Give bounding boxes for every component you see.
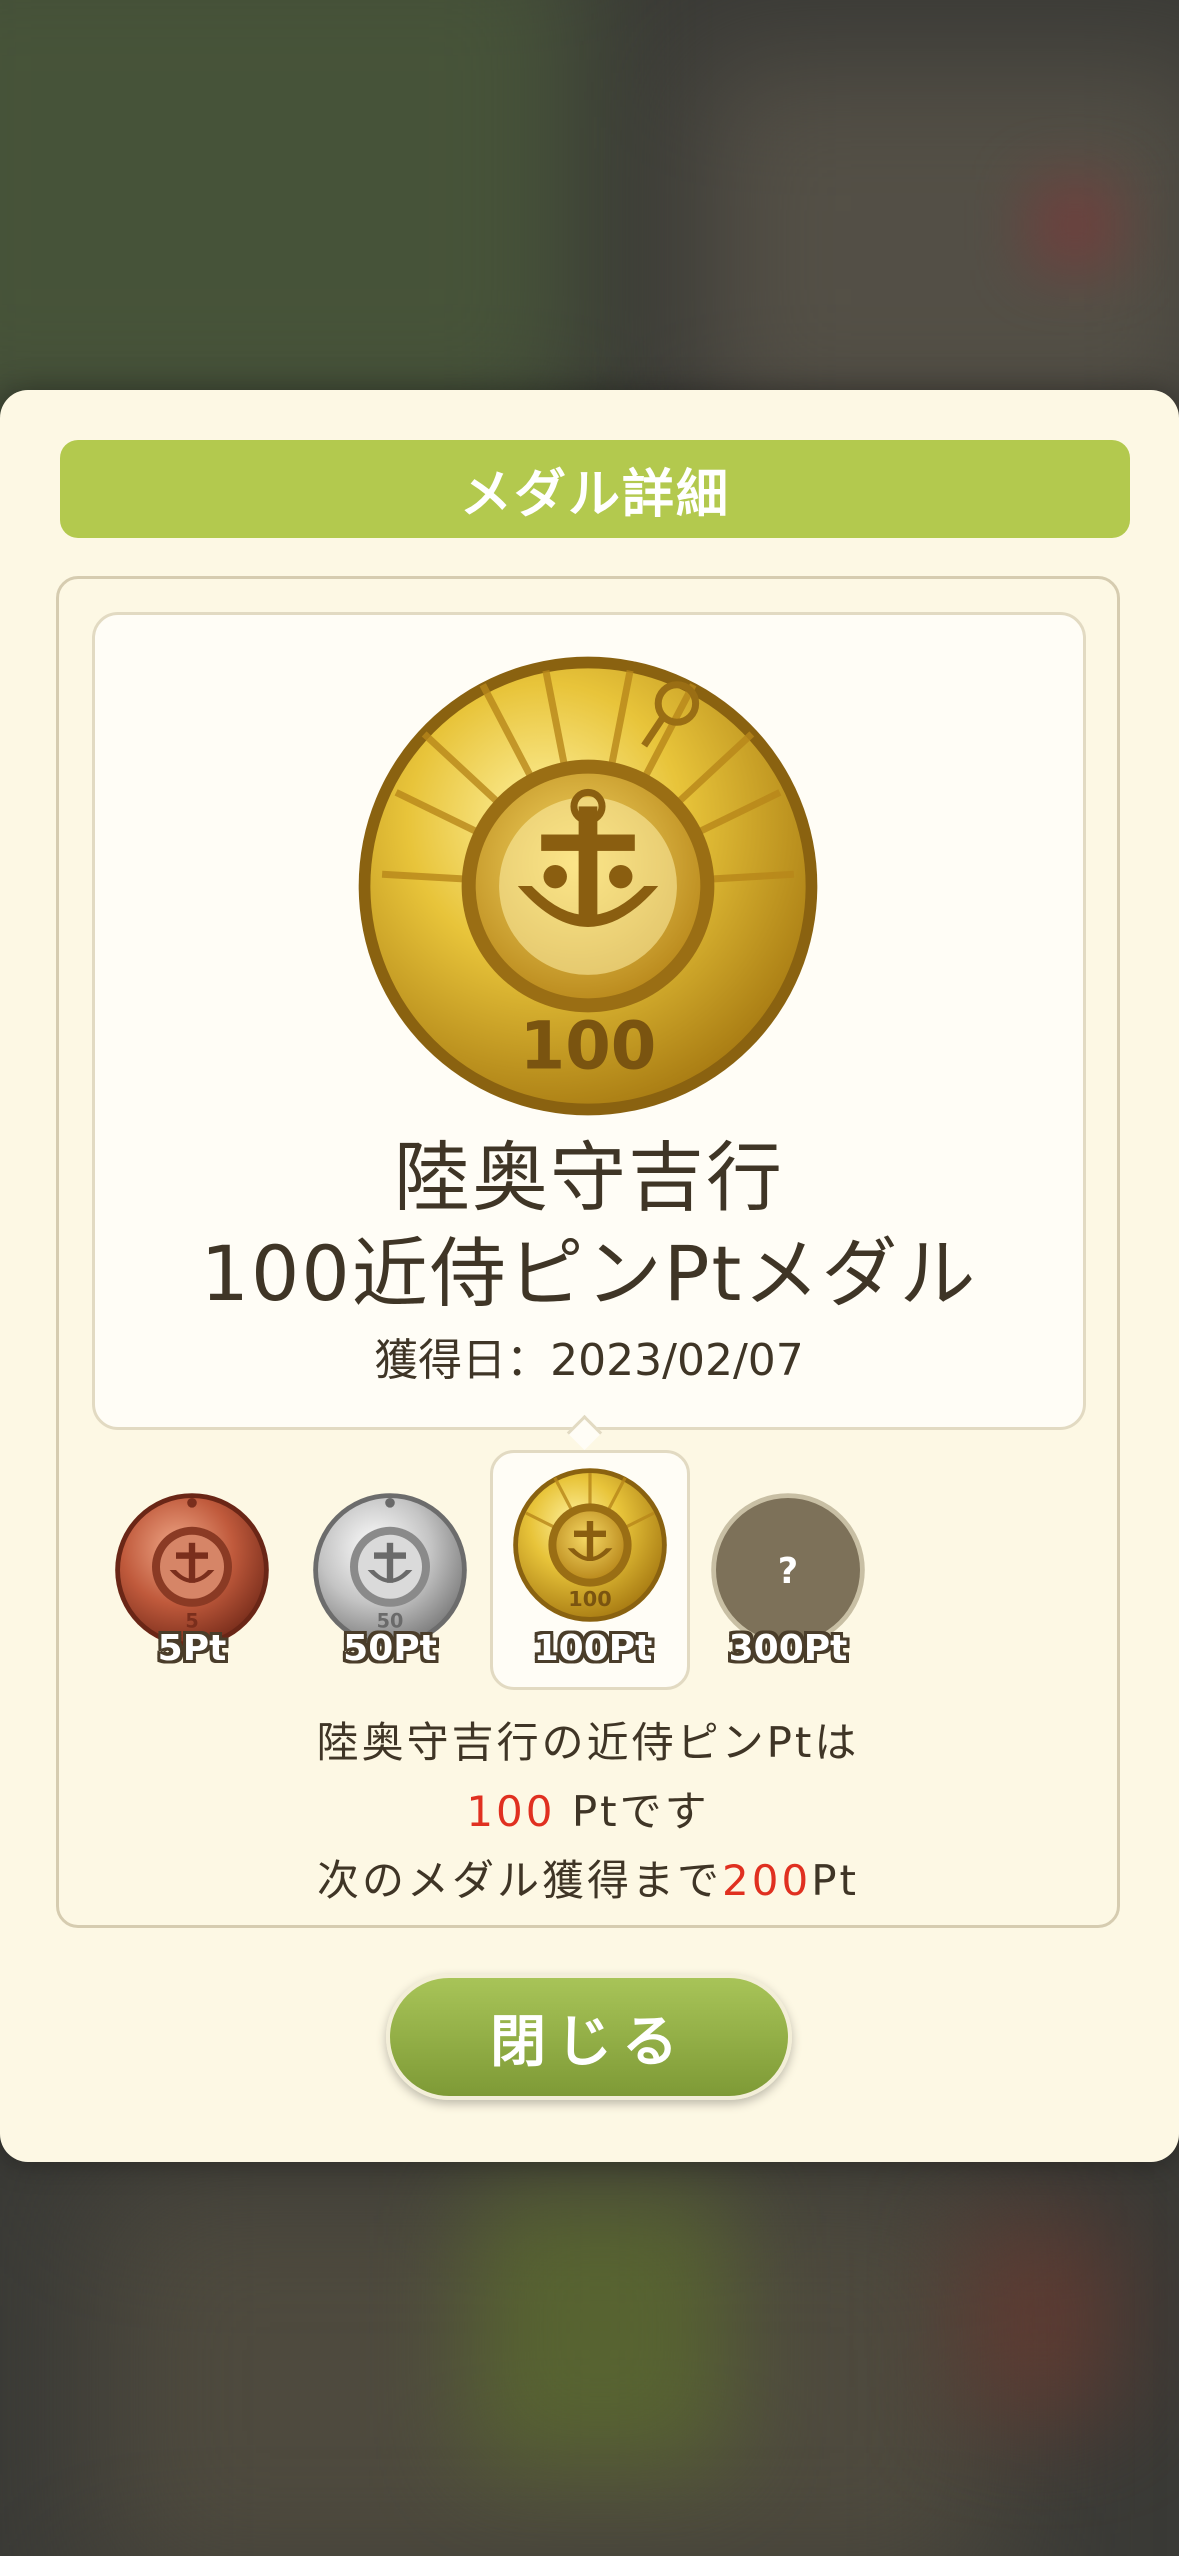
medal-name-line1: 陸奥守吉行 [394, 1133, 784, 1222]
medal-tier-5pt[interactable]: 5 5Pt [92, 1450, 292, 1690]
medal-tier-list: 5 5Pt 50 50Pt 100 100Pt ? 300Pt [0, 1450, 1179, 1700]
info-line3: 次のメダル獲得まで200Pt [317, 1856, 859, 1905]
points-info: 陸奥守吉行の近侍ピンPtは 100 Ptです 次のメダル獲得まで200Pt [56, 1708, 1120, 1915]
medal-tier-300pt[interactable]: ? 300Pt [688, 1450, 888, 1690]
medal-tier-label: 300Pt [728, 1628, 848, 1669]
dialog-title: メダル詳細 [60, 440, 1130, 538]
next-medal-points: 200 [722, 1856, 812, 1905]
medal-tier-label: 100Pt [533, 1628, 653, 1669]
svg-text:?: ? [778, 1551, 798, 1592]
medal-name: 陸奥守吉行 100近侍ピンPtメダル [92, 1130, 1086, 1322]
medal-tier-label: 50Pt [343, 1628, 437, 1669]
locked-medal-icon: ? [711, 1493, 865, 1647]
medal-name-line2: 100近侍ピンPtメダル [200, 1229, 978, 1318]
gold-medal-icon: 100 [513, 1468, 667, 1622]
svg-text:100: 100 [568, 1587, 611, 1611]
info-line1: 陸奥守吉行の近侍ピンPtは [316, 1718, 860, 1767]
close-button[interactable]: 閉じる [386, 1974, 792, 2100]
gold-medal-icon: 100 [358, 656, 818, 1116]
medal-tier-100pt[interactable]: 100 100Pt [490, 1450, 690, 1690]
acquired-date: 獲得日：2023/02/07 [374, 1335, 804, 1386]
medal-tier-label: 5Pt [157, 1628, 227, 1669]
silver-medal-icon: 50 [313, 1493, 467, 1647]
bronze-medal-icon: 5 [115, 1493, 269, 1647]
info-line2: 100 Ptです [466, 1787, 710, 1836]
current-points: 100 [466, 1787, 556, 1836]
medal-tier-50pt[interactable]: 50 50Pt [290, 1450, 490, 1690]
medal-detail-dialog: メダル詳細 100 陸奥守吉行 100近侍ピンPtメダル 獲得日：2023/02… [0, 390, 1179, 2162]
big-medal-number: 100 [520, 1009, 657, 1085]
